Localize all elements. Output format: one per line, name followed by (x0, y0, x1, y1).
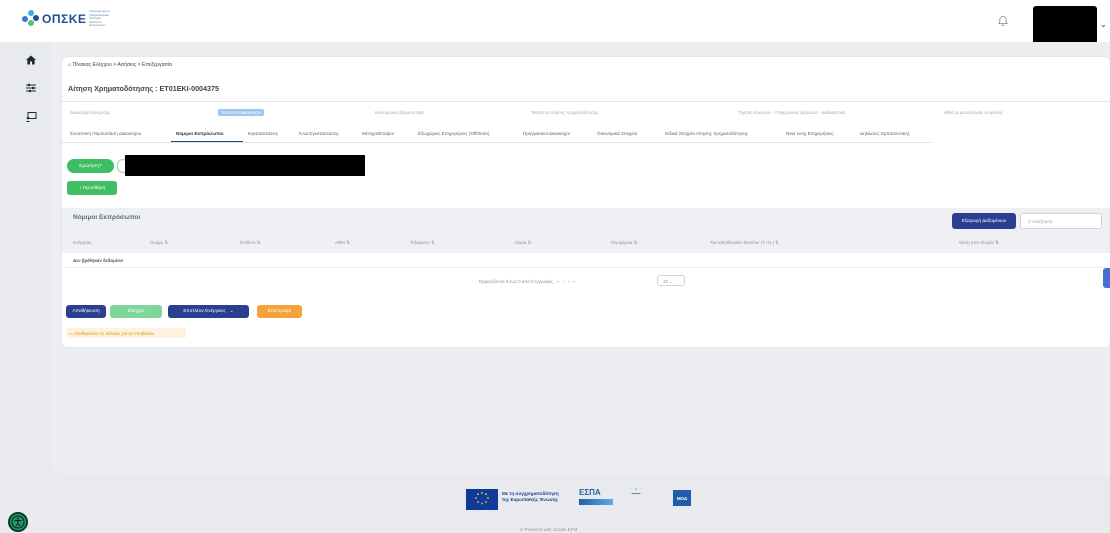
more-actions-button[interactable]: Επιπλέον Ενέργειες ⌄ (168, 305, 249, 318)
sort-icon: ⇅ (527, 240, 532, 245)
tabs-divider (62, 142, 932, 143)
tab-offshore[interactable]: Εξωχώριες Επιχειρήσεις (Offshore) (418, 131, 490, 136)
greek-emblem-icon: ≡ ▬▬▬ (631, 487, 641, 495)
row-divider (62, 267, 1110, 268)
page-size-select[interactable]: 10 ⌄ (657, 275, 685, 286)
last-page-icon[interactable]: » (573, 279, 575, 284)
tab-beneficiaries[interactable]: Πραγματικοί Δικαιούχοι (523, 131, 570, 136)
home-icon[interactable] (25, 54, 37, 66)
search-placeholder: Αναζήτηση (1032, 219, 1053, 224)
tab-legal-representatives[interactable]: Νόμιμοι Εκπρόσωποι (176, 131, 224, 136)
add-button[interactable]: + Προσθήκη (67, 181, 117, 195)
table-title: Νόμιμοι Εκπρόσωποι (73, 214, 141, 221)
column-header[interactable]: Θέση στον Φορέα ⇅ (959, 240, 999, 246)
eu-flag-icon (466, 489, 498, 510)
chevron-down-icon: ⌄ (229, 309, 234, 314)
column-header[interactable]: Περιφέρεια ⇅ (611, 240, 637, 246)
page-title: Αίτηση Χρηματοδότησης : ΕΤ01ΕΚΙ-0004375 (68, 84, 220, 93)
sort-icon: ⇅ (164, 240, 169, 245)
user-avatar[interactable] (1033, 6, 1097, 44)
espa-bar (579, 499, 613, 505)
sliders-icon[interactable] (25, 82, 37, 94)
column-header[interactable]: ΑΦΜ ⇅ (335, 240, 350, 246)
tab-confidential[interactable]: Δηλώσεις Εμπιστευτικής (860, 131, 910, 136)
sort-icon: ⇅ (346, 240, 350, 245)
select-toggle-button[interactable]: Ερώτηση? (67, 159, 114, 173)
tab-installations[interactable]: Εγκαταστάσεις (248, 131, 278, 136)
search-input[interactable]: ⚲ Αναζήτηση (1020, 213, 1102, 229)
logo[interactable]: ΟΠΣΚΕ Ολοκληρωμένο Πληροφοριακό Σύστημα … (22, 10, 111, 28)
wizard-steps: Δικαιούχοι Ενίσχυσης Ταυτότητα Δικαιούχο… (0, 109, 1110, 118)
save-button[interactable]: Αποθήκευση (66, 305, 106, 318)
check-button[interactable]: Έλεγχος (110, 305, 162, 318)
tab-enterprises[interactable]: Next ενσχ Επιχειρήσεις (786, 131, 834, 136)
unsaved-warning: ⚠ Αποθηκεύστε τις αλλαγές για να Υποβάλε… (66, 328, 186, 338)
logo-text: ΟΠΣΚΕ (42, 12, 87, 26)
chevron-down-icon[interactable]: ⌄ (1100, 20, 1107, 29)
column-header[interactable]: Τηλέφωνο ⇅ (410, 240, 435, 246)
export-button[interactable]: Εξαγωγή Δεδομένων (952, 213, 1016, 229)
step-item-active[interactable]: Ταυτότητα Δικαιούχου (218, 109, 265, 116)
funding-logos: Με τη συγχρηματοδότηση της Ευρωπαϊκής Ένω… (466, 487, 699, 510)
pagination-info: Εμφανίζονται 0 έως 0 από 0 εγγραφές (479, 279, 553, 284)
accessibility-button[interactable] (8, 512, 28, 532)
sort-icon: ⇅ (431, 240, 435, 245)
step-item[interactable]: Ηθική & Δεοντολογία, Ασφάλεια (944, 110, 1002, 115)
prev-page-icon[interactable]: ‹ (563, 279, 567, 284)
accessibility-icon (11, 515, 25, 529)
tab-special-data[interactable]: Ειδικά Στοιχεία Αίτησης Χρηματοδότησης (665, 131, 748, 136)
column-header[interactable]: Επίθετο ⇅ (240, 240, 260, 246)
espa-logo: ΕΣΠΑ (579, 488, 601, 497)
column-header[interactable]: Χώρα ⇅ (515, 240, 531, 246)
column-header: Ενέργειες (73, 240, 92, 245)
step-item[interactable]: Ταυτότητα Αίτησης Χρηματοδότησης (531, 110, 598, 115)
chevron-down-icon: ⌄ (669, 279, 673, 284)
sort-icon: ⇅ (256, 240, 261, 245)
sort-icon: ⇅ (633, 240, 638, 245)
tab-summary[interactable]: Συνοπτική Παρουσίαση Δικαιούχου (70, 131, 141, 136)
eu-cofunding-text: Με τη συγχρηματοδότηση της Ευρωπαϊκής Ένω… (502, 491, 559, 502)
breadcrumb: ⌂ Πίνακας Ελέγχου > Αιτήσεις > Επεξεργασ… (68, 62, 172, 68)
sort-icon: ⇅ (995, 240, 999, 245)
step-item[interactable]: Ηλεκτρονική Δήλωση ΜμΕ (375, 110, 424, 115)
side-panel-handle[interactable] (1103, 268, 1110, 288)
top-bar: ΟΠΣΚΕ Ολοκληρωμένο Πληροφοριακό Σύστημα … (0, 0, 1110, 44)
first-page-icon[interactable]: « (554, 279, 561, 284)
next-page-icon[interactable]: › (568, 279, 572, 284)
powered-by: © Powered with Scalite EPM (520, 527, 578, 532)
column-header[interactable]: Tax Identification Number (T.I.N.) ⇅ (710, 240, 779, 246)
table-head-row (62, 236, 1110, 253)
moda-logo: ΜΟΔ (673, 490, 691, 506)
tab-shareholders[interactable]: Μέτοχοι/Εταίροι (362, 131, 394, 136)
back-button[interactable]: Επιστροφή (257, 305, 302, 318)
sort-icon: ⇅ (775, 240, 779, 245)
step-item[interactable]: Τήρηση Κανόνων - Υποχρεώσεις Δηλώσεις - … (738, 110, 845, 115)
logo-mark-icon (22, 10, 40, 28)
tab-financials[interactable]: Οικονομικά Στοιχεία (597, 131, 637, 136)
breadcrumb-text[interactable]: Πίνακας Ελέγχου > Αιτήσεις > Επεξεργασία (73, 62, 172, 68)
empty-table-message: Δεν βρέθηκαν δεδομένα (73, 258, 123, 263)
redacted-area (125, 155, 365, 176)
step-item[interactable]: Δικαιούχοι Ενίσχυσης (70, 110, 110, 115)
column-header[interactable]: Όνομα ⇅ (150, 240, 168, 246)
bell-icon[interactable] (997, 15, 1009, 27)
divider (62, 101, 1110, 102)
logo-subtitle: Ολοκληρωμένο Πληροφοριακό Σύστημα Κρατικ… (89, 9, 110, 28)
tab-kad[interactable]: ΚΑΔ Εγκατάστασης (299, 131, 339, 136)
pagination: Εμφανίζονται 0 έως 0 από 0 εγγραφές « ‹ … (479, 279, 575, 284)
active-tab-indicator (171, 141, 243, 142)
